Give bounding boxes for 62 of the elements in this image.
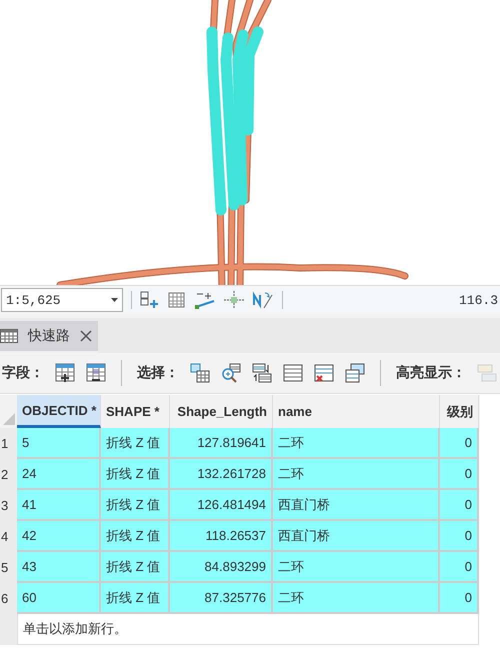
table-cell: 0 (440, 428, 479, 459)
north-arrow-icon[interactable] (252, 291, 274, 309)
caret-icon (111, 298, 118, 302)
column-header[interactable]: OBJECTID * (17, 395, 101, 428)
close-icon[interactable] (80, 330, 92, 342)
add-field-icon[interactable] (55, 363, 75, 383)
table-cell: 5 (17, 428, 101, 459)
switch-selection-icon[interactable] (252, 363, 272, 383)
table-cell: 折线 Z 值 (101, 552, 170, 583)
table-cell: 折线 Z 值 (101, 428, 170, 459)
grid-icon[interactable] (168, 291, 186, 309)
add-frame-icon[interactable] (140, 291, 160, 309)
table-cell: 84.893299 (170, 552, 273, 583)
zoom-to-selection-icon[interactable] (221, 363, 241, 383)
select-label: 选择： (137, 364, 179, 382)
copy-selection-icon[interactable] (345, 363, 365, 383)
table-cell: 折线 Z 值 (101, 521, 170, 552)
field-label: 字段： (2, 364, 44, 382)
clear-selection-icon[interactable] (283, 363, 303, 383)
table-cell: 42 (17, 521, 101, 552)
table-cell: 0 (440, 459, 479, 490)
table-cell: 43 (17, 552, 101, 583)
row-number[interactable]: 5 (0, 552, 17, 583)
table-cell: 132.261728 (170, 459, 273, 490)
table-cell: 折线 Z 值 (101, 459, 170, 490)
snapping-icon[interactable] (194, 291, 216, 309)
table-cell: 60 (17, 583, 101, 614)
coordinates-readout: 116.3 (458, 292, 499, 308)
select-by-attributes-icon[interactable] (190, 363, 210, 383)
table-cell: 0 (440, 583, 479, 614)
delete-selection-icon[interactable] (314, 363, 334, 383)
delete-field-icon[interactable] (86, 363, 106, 383)
table-cell: 41 (17, 490, 101, 521)
highlight-label: 高亮显示： (396, 364, 466, 382)
table-cell: 0 (440, 552, 479, 583)
scale-dropdown[interactable]: 1:5,625 (1, 288, 123, 312)
row-number[interactable]: 3 (0, 490, 17, 521)
table-cell: 127.819641 (170, 428, 273, 459)
crosshair-icon[interactable] (224, 291, 244, 309)
row-number[interactable]: 1 (0, 428, 17, 459)
row-number[interactable]: 6 (0, 583, 17, 614)
table-icon (0, 329, 18, 343)
table-cell: 87.325776 (170, 583, 273, 614)
table-cell: 西直门桥 (273, 521, 440, 552)
table-cell: 折线 Z 值 (101, 490, 170, 521)
table-cell: 126.481494 (170, 490, 273, 521)
row-number[interactable]: 2 (0, 459, 17, 490)
table-cell: 二环 (273, 552, 440, 583)
table-cell: 0 (440, 490, 479, 521)
table-cell: 0 (440, 521, 479, 552)
table-cell: 24 (17, 459, 101, 490)
table-cell: 二环 (273, 583, 440, 614)
table-tab[interactable]: 快速路 (0, 321, 98, 353)
table-cell: 二环 (273, 428, 440, 459)
row-header (0, 614, 17, 645)
row-number[interactable]: 4 (0, 521, 17, 552)
switch-highlight-icon[interactable] (477, 363, 497, 383)
table-cell: 西直门桥 (273, 490, 440, 521)
table-cell: 折线 Z 值 (101, 583, 170, 614)
table-cell: 118.26537 (170, 521, 273, 552)
add-row-hint[interactable]: 单击以添加新行。 (17, 614, 479, 645)
table-cell: 二环 (273, 459, 440, 490)
